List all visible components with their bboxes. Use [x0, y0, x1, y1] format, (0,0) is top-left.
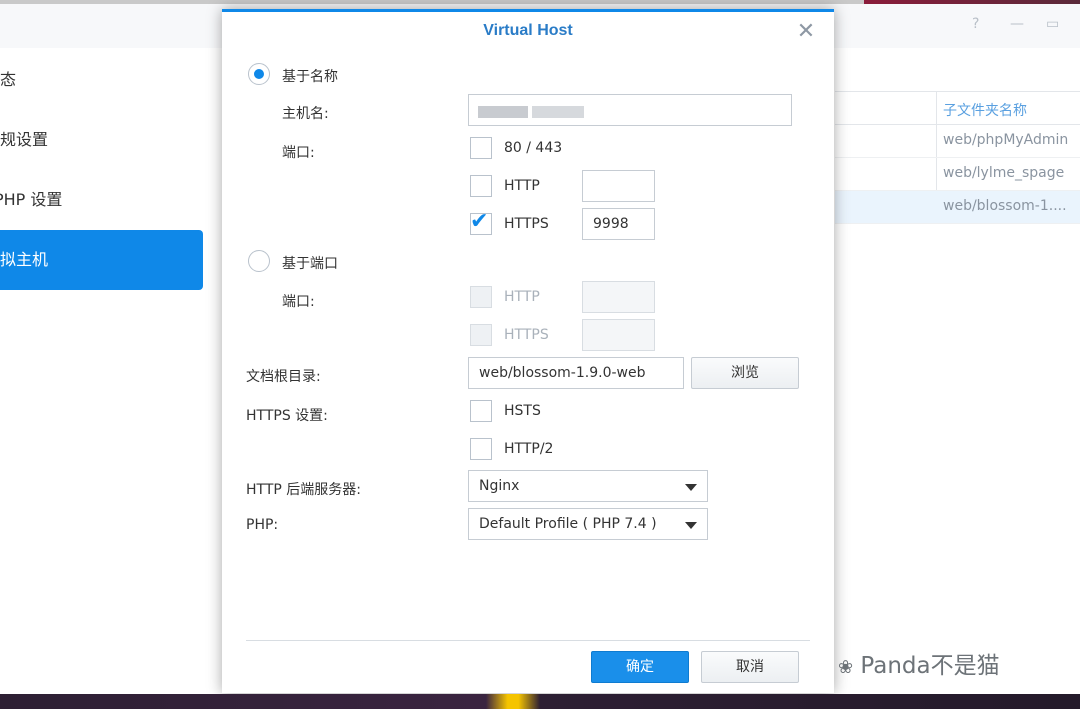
- sidebar-item-label: 虚拟主机: [0, 250, 49, 269]
- http-port-checkbox[interactable]: [470, 175, 492, 197]
- hostname-label: 主机名:: [282, 106, 329, 122]
- doc-root-label: 文档根目录:: [246, 369, 321, 385]
- sidebar-item-status[interactable]: 状态: [0, 50, 203, 110]
- column-header-label: 子文件夹名称: [943, 103, 1027, 119]
- port-based-https-checkbox: [470, 324, 492, 346]
- https-port-checkbox[interactable]: ✔: [470, 209, 492, 235]
- https-port-input[interactable]: 9998: [582, 208, 655, 240]
- port-80-443-label: 80 / 443: [504, 140, 563, 156]
- dialog-title: Virtual Host: [483, 22, 573, 39]
- port-label: 端口:: [282, 294, 315, 310]
- chevron-down-icon: [685, 522, 697, 529]
- http2-label: HTTP/2: [504, 441, 554, 457]
- sidebar-item-label: PHP 设置: [0, 190, 63, 209]
- port-based-label: 基于端口: [282, 256, 338, 272]
- redacted-hostname: [532, 106, 584, 118]
- ok-button[interactable]: 确定: [591, 651, 689, 683]
- list-item-label: web/lylme_spage: [943, 165, 1065, 181]
- maximize-icon[interactable]: ▭: [1046, 16, 1059, 32]
- backend-server-label: HTTP 后端服务器:: [246, 482, 361, 498]
- close-icon[interactable]: ✕: [795, 21, 817, 43]
- backend-server-select[interactable]: Nginx: [468, 470, 708, 502]
- php-label: PHP:: [246, 517, 279, 533]
- minimize-icon[interactable]: —: [1010, 16, 1024, 32]
- wechat-icon: ❀: [838, 657, 854, 678]
- list-column-header[interactable]: 子文件夹名称: [835, 91, 1080, 125]
- php-profile-value: Default Profile ( PHP 7.4 ): [479, 516, 657, 532]
- name-based-radio[interactable]: [248, 63, 270, 85]
- redacted-hostname: [478, 106, 528, 118]
- backend-server-value: Nginx: [479, 478, 520, 494]
- port-based-https-input: [582, 319, 655, 351]
- sidebar-item-label: 常规设置: [0, 130, 49, 149]
- name-based-label: 基于名称: [282, 69, 338, 85]
- doc-root-input[interactable]: web/blossom-1.9.0-web: [468, 357, 684, 389]
- list-item[interactable]: web/phpMyAdmin: [835, 125, 1080, 158]
- sidebar-item-php-settings[interactable]: PHP 设置: [0, 170, 203, 230]
- http-port-label: HTTP: [504, 178, 540, 194]
- sidebar-item-label: 状态: [0, 70, 17, 89]
- cancel-button[interactable]: 取消: [701, 651, 799, 683]
- virtual-host-dialog: Virtual Host ✕ 基于名称 主机名: 端口: 80 / 443 HT…: [222, 9, 834, 693]
- list-item-label: web/phpMyAdmin: [943, 132, 1069, 148]
- watermark: ❀ Panda不是猫: [838, 646, 1000, 680]
- hsts-label: HSTS: [504, 403, 541, 419]
- http-port-input[interactable]: [582, 170, 655, 202]
- port-80-443-checkbox[interactable]: [470, 137, 492, 159]
- port-based-http-input: [582, 281, 655, 313]
- https-settings-label: HTTPS 设置:: [246, 408, 328, 424]
- port-based-https-label: HTTPS: [504, 327, 549, 343]
- list-item-label: web/blossom-1....: [943, 198, 1067, 214]
- list-item[interactable]: web/lylme_spage: [835, 158, 1080, 191]
- sidebar-item-general-settings[interactable]: 常规设置: [0, 110, 203, 170]
- port-based-http-checkbox: [470, 286, 492, 308]
- port-label: 端口:: [282, 145, 315, 161]
- http2-checkbox[interactable]: [470, 438, 492, 460]
- footer-divider: [246, 640, 810, 641]
- watermark-text: Panda不是猫: [860, 653, 1000, 679]
- hsts-checkbox[interactable]: [470, 400, 492, 422]
- php-profile-select[interactable]: Default Profile ( PHP 7.4 ): [468, 508, 708, 540]
- desktop-background: [0, 694, 1080, 709]
- browse-button[interactable]: 浏览: [691, 357, 799, 389]
- sidebar-item-virtual-host[interactable]: 虚拟主机: [0, 230, 203, 290]
- https-port-label: HTTPS: [504, 216, 549, 232]
- port-based-http-label: HTTP: [504, 289, 540, 305]
- list-item[interactable]: web/blossom-1....: [835, 191, 1080, 224]
- port-based-radio[interactable]: [248, 250, 270, 272]
- checkmark-icon: ✔: [470, 209, 489, 234]
- help-icon[interactable]: ?: [972, 16, 979, 32]
- chevron-down-icon: [685, 484, 697, 491]
